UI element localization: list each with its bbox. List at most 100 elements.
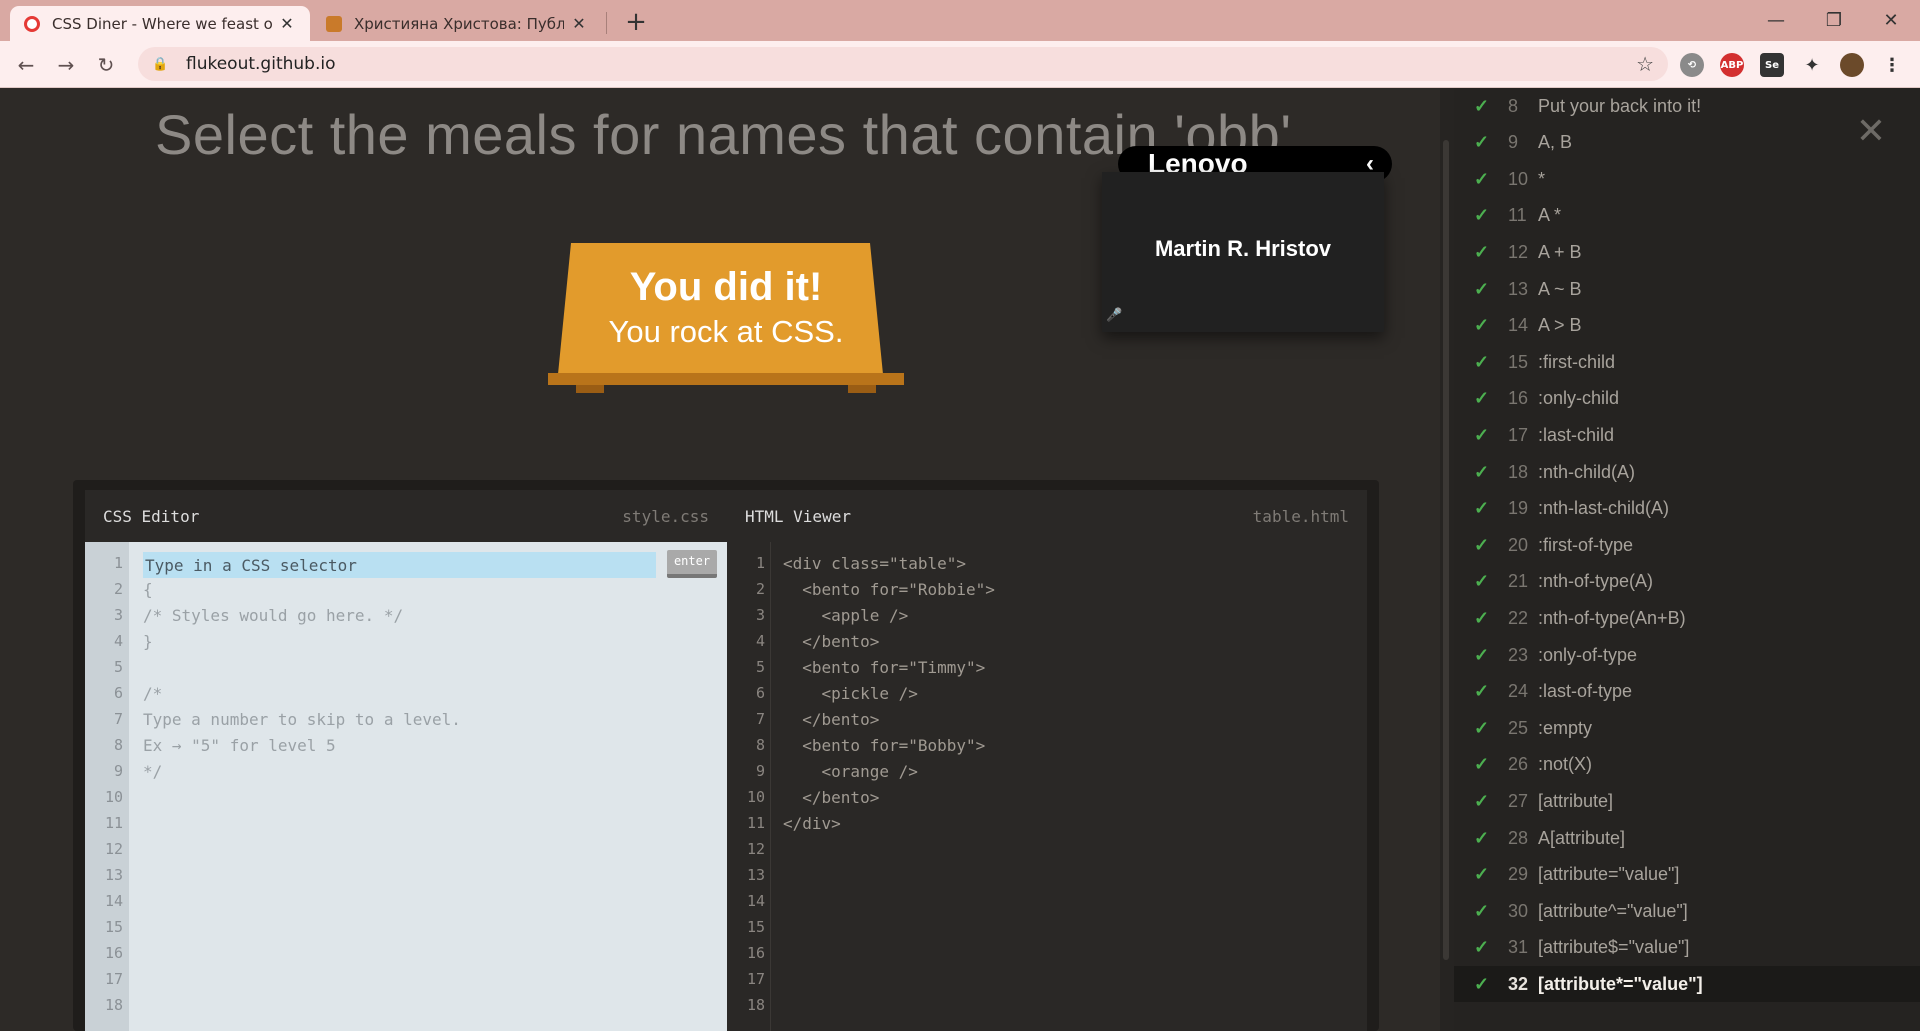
- line-number: 6: [113, 684, 123, 702]
- line-number: 11: [104, 814, 123, 832]
- level-item[interactable]: ✓ 28 A[attribute]: [1454, 820, 1920, 856]
- page-favicon-icon: [326, 15, 342, 32]
- level-item[interactable]: ✓ 21:nth-of-type(A): [1454, 564, 1920, 600]
- level-selector: :last-of-type: [1538, 681, 1633, 702]
- scrollbar-thumb[interactable]: [1443, 140, 1449, 960]
- tab-css-diner[interactable]: CSS Diner - Where we feast on CSS ✕: [10, 6, 310, 41]
- forward-arrow-icon[interactable]: →: [50, 49, 82, 81]
- line-number: 5: [113, 658, 123, 676]
- code-line: /* Styles would go here. */: [143, 606, 404, 625]
- level-item[interactable]: ✓ 13 A ~ B: [1454, 271, 1920, 307]
- reload-icon[interactable]: ↻: [90, 49, 122, 81]
- level-item[interactable]: ✓ 8 Put your back into it!: [1454, 88, 1920, 124]
- html-line-gutter: 1 2 3 4 5 6 7 8 9 10 11 12 13 14 15 16 17 18: [727, 542, 771, 1031]
- level-selector: :not(X): [1538, 754, 1593, 775]
- line-number: 14: [746, 892, 765, 910]
- code-line: {: [143, 580, 153, 599]
- level-item[interactable]: ✓ 32 [attribute*="value"]: [1454, 966, 1920, 1003]
- level-selector: A[attribute]: [1538, 827, 1626, 848]
- video-call-tile[interactable]: Martin R. Hristov 🎤: [1102, 172, 1384, 332]
- level-item[interactable]: ✓ 16:only-child: [1454, 381, 1920, 417]
- css-selector-input[interactable]: [143, 552, 656, 578]
- tab-publication[interactable]: Християна Христова: Публичен ✕: [312, 6, 602, 41]
- level-selector: :nth-child(A): [1538, 461, 1636, 482]
- css-editor-title: CSS Editor: [103, 506, 200, 526]
- level-item[interactable]: ✓ 22:nth-of-type(An+B): [1454, 600, 1920, 636]
- level-selector: [attribute]: [1538, 790, 1614, 811]
- level-item[interactable]: ✓ 12 A + B: [1454, 234, 1920, 270]
- level-item[interactable]: ✓ 10 *: [1454, 161, 1920, 197]
- level-selector: [attribute*="value"]: [1538, 973, 1703, 994]
- level-item[interactable]: ✓ 15:first-child: [1454, 344, 1920, 380]
- close-tab-icon[interactable]: ✕: [278, 14, 296, 33]
- level-item[interactable]: ✓ 31 [attribute$="value"]: [1454, 930, 1920, 966]
- level-number: 17: [1508, 424, 1529, 445]
- profile-avatar[interactable]: [1840, 53, 1864, 77]
- line-number: 18: [746, 996, 765, 1014]
- html-viewer-title: HTML Viewer: [745, 506, 851, 526]
- level-item[interactable]: ✓ 9 A, B: [1454, 125, 1920, 161]
- checkmark-icon: ✓: [1474, 607, 1490, 628]
- editor-frame: CSS Editor style.css HTML Viewer table.h…: [73, 480, 1379, 1031]
- level-number: 8: [1508, 95, 1519, 116]
- level-number: 29: [1508, 864, 1529, 885]
- level-item[interactable]: ✓ 19:nth-last-child(A): [1454, 491, 1920, 527]
- close-sidebar-icon[interactable]: ✕: [1852, 111, 1890, 152]
- checkmark-icon: ✓: [1474, 827, 1490, 848]
- level-number: 25: [1508, 717, 1529, 738]
- checkmark-icon: ✓: [1474, 937, 1490, 958]
- level-item[interactable]: ✓ 30 [attribute^="value"]: [1454, 893, 1920, 929]
- level-selector: :only-child: [1538, 388, 1620, 409]
- level-item[interactable]: ✓ 23:only-of-type: [1454, 637, 1920, 673]
- minimize-button[interactable]: —: [1747, 0, 1805, 41]
- level-selector: :first-child: [1538, 351, 1616, 372]
- css-editor-header: CSS Editor style.css: [85, 490, 727, 542]
- line-number: 9: [113, 762, 123, 780]
- checkmark-icon: ✓: [1474, 278, 1490, 299]
- win-title: You did it!: [629, 265, 823, 309]
- level-item[interactable]: ✓ 26:not(X): [1454, 747, 1920, 783]
- html-viewer-header: HTML Viewer table.html: [727, 490, 1367, 542]
- close-tab-icon[interactable]: ✕: [570, 14, 588, 33]
- new-tab-button[interactable]: +: [620, 6, 652, 38]
- checkmark-icon: ✓: [1474, 681, 1490, 702]
- checkmark-icon: ✓: [1474, 790, 1490, 811]
- level-item[interactable]: ✓ 24:last-of-type: [1454, 674, 1920, 710]
- line-number: 16: [104, 944, 123, 962]
- enter-button[interactable]: enter: [667, 550, 717, 578]
- adblock-icon[interactable]: ABP: [1720, 53, 1744, 77]
- level-item[interactable]: ✓ 14 A > B: [1454, 308, 1920, 344]
- checkmark-icon: ✓: [1474, 132, 1490, 153]
- code-line: <div class="table">: [783, 554, 967, 573]
- code-line: <apple />: [783, 606, 909, 625]
- back-arrow-icon[interactable]: ←: [10, 49, 42, 81]
- line-number: 4: [113, 632, 123, 650]
- level-item[interactable]: ✓ 20:first-of-type: [1454, 527, 1920, 563]
- level-item[interactable]: ✓ 17:last-child: [1454, 417, 1920, 453]
- level-selector: :nth-of-type(An+B): [1538, 607, 1686, 628]
- bookmark-star-icon[interactable]: ☆: [1636, 52, 1654, 76]
- menu-kebab-icon[interactable]: ⋮: [1880, 53, 1904, 77]
- level-selector: :nth-last-child(A): [1538, 498, 1670, 519]
- extension-icon[interactable]: ⟲: [1680, 53, 1704, 77]
- selenium-icon[interactable]: Se: [1760, 53, 1784, 77]
- checkmark-icon: ✓: [1474, 864, 1490, 885]
- line-number: 2: [113, 580, 123, 598]
- checkmark-icon: ✓: [1474, 95, 1490, 116]
- code-line: <bento for="Robbie">: [783, 580, 995, 599]
- address-bar[interactable]: 🔒 flukeout.github.io ☆: [138, 47, 1668, 81]
- close-window-button[interactable]: ✕: [1862, 0, 1920, 41]
- line-number: 5: [755, 658, 765, 676]
- level-item[interactable]: ✓ 11 A *: [1454, 198, 1920, 234]
- level-item[interactable]: ✓ 25:empty: [1454, 710, 1920, 746]
- level-number: 26: [1508, 754, 1529, 775]
- level-item[interactable]: ✓ 18:nth-child(A): [1454, 454, 1920, 490]
- line-number: 15: [104, 918, 123, 936]
- level-item[interactable]: ✓ 27 [attribute]: [1454, 783, 1920, 819]
- level-number: 27: [1508, 790, 1529, 811]
- level-item[interactable]: ✓ 29 [attribute="value"]: [1454, 857, 1920, 893]
- level-number: 28: [1508, 827, 1529, 848]
- maximize-button[interactable]: ❐: [1805, 0, 1863, 41]
- extensions-puzzle-icon[interactable]: ✦: [1800, 53, 1824, 77]
- line-number: 10: [104, 788, 123, 806]
